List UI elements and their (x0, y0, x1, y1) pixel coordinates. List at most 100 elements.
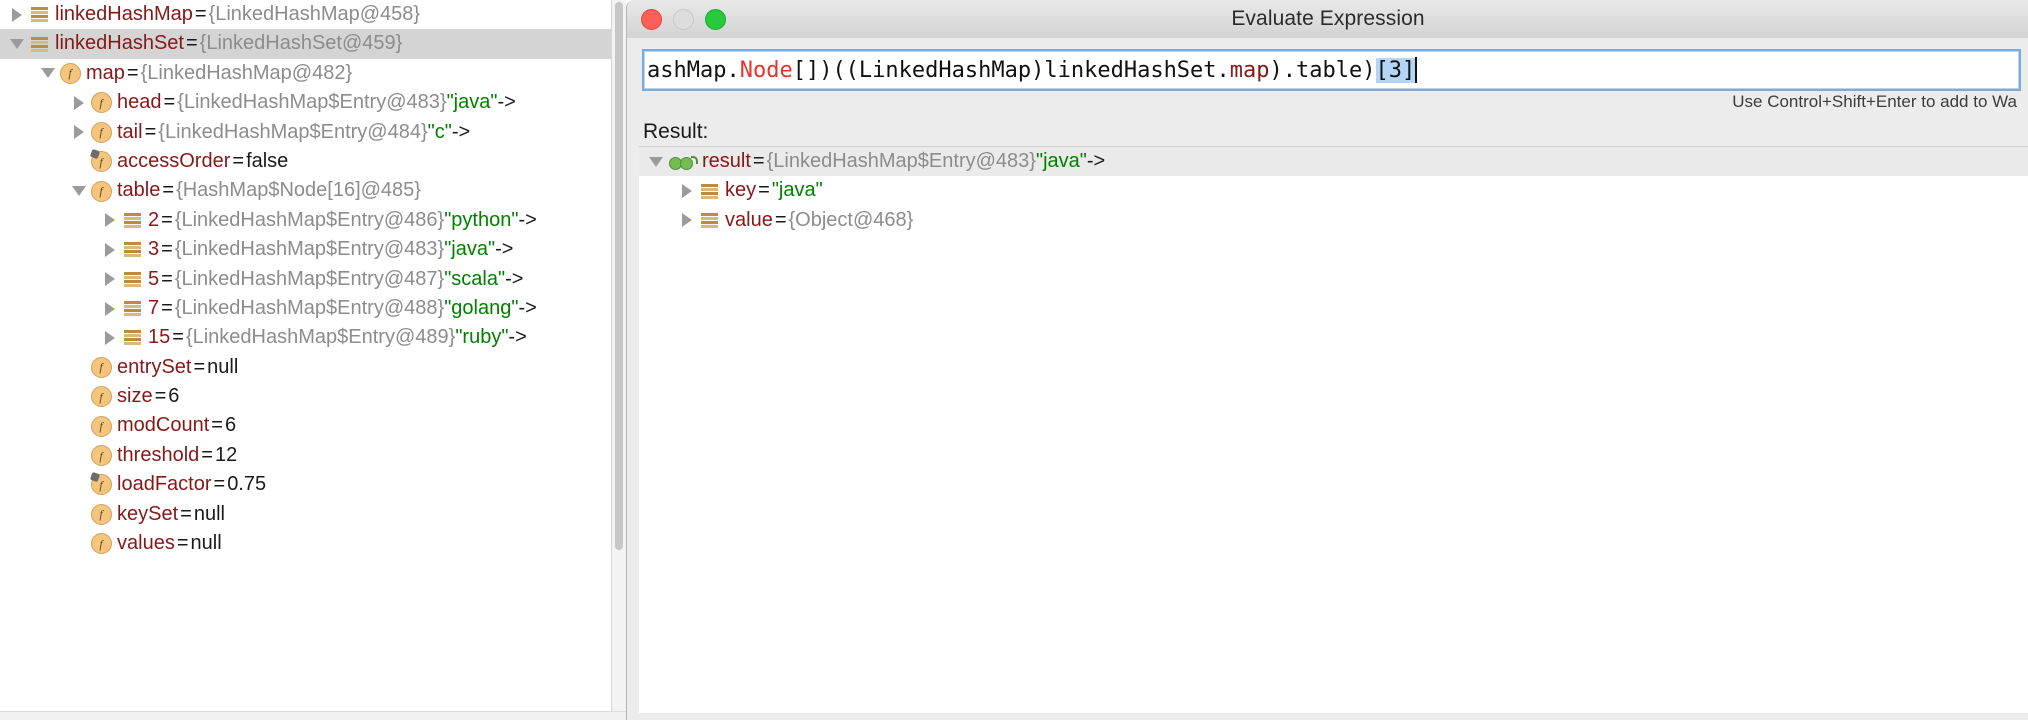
expression-segment: Node (739, 57, 793, 83)
chevron-right-icon[interactable] (68, 118, 90, 147)
variable-row[interactable]: f entrySet = null (0, 353, 626, 382)
variable-name: 2 (148, 208, 160, 231)
chevron-right-icon[interactable] (99, 294, 121, 323)
variable-row[interactable]: f accessOrder = false (0, 147, 626, 176)
field-icon: f (90, 441, 112, 470)
chevron-right-icon[interactable] (68, 88, 90, 117)
zoom-button[interactable] (705, 9, 726, 30)
variable-row[interactable]: 3 = {LinkedHashMap$Entry@483} "java" -> (0, 235, 626, 264)
variable-name: entrySet (117, 355, 192, 378)
chevron-right-icon[interactable] (676, 176, 698, 205)
field-icon: f (90, 529, 112, 558)
variable-name: value (725, 208, 773, 231)
collection-icon (28, 29, 50, 58)
expression-segment: [])((LinkedHashMap)linkedHashSet. (792, 57, 1230, 83)
primitive-value: 6 (224, 414, 237, 437)
variable-name: values (117, 532, 175, 555)
expression-segment: ).table) (1269, 57, 1376, 83)
chevron-down-icon[interactable] (37, 59, 59, 88)
equals-sign: = (194, 3, 207, 25)
field-icon: f (90, 176, 112, 205)
variables-scrollbar-thumb[interactable] (615, 2, 623, 550)
chevron-right-icon[interactable] (99, 265, 121, 294)
variable-name: result (702, 150, 751, 172)
chevron-down-icon[interactable] (6, 29, 28, 58)
object-reference: {HashMap$Node[16]@485} (176, 179, 421, 202)
collection-icon (28, 0, 50, 29)
string-value: "java" (444, 238, 496, 261)
string-value: "golang" (444, 296, 519, 319)
variable-row[interactable]: 2 = {LinkedHashMap$Entry@486} "python" -… (0, 206, 626, 235)
variable-row[interactable]: f size = 6 (0, 382, 626, 411)
variable-name: tail (117, 120, 143, 143)
primitive-value: null (193, 502, 225, 525)
variable-name: 15 (148, 326, 171, 349)
minimize-button[interactable] (673, 9, 694, 30)
equals-sign: = (774, 208, 787, 231)
result-row[interactable]: value = {Object@468} (639, 206, 2028, 235)
equals-sign: = (201, 443, 213, 466)
entry-arrow: -> (505, 267, 524, 290)
expression-input[interactable]: ashMap.Node[])((LinkedHashMap)linkedHash… (642, 49, 2021, 91)
chevron-right-icon[interactable] (676, 206, 698, 235)
dialog-titlebar[interactable]: Evaluate Expression (627, 0, 2028, 39)
variable-row[interactable]: 5 = {LinkedHashMap$Entry@487} "scala" -> (0, 265, 626, 294)
variable-row[interactable]: linkedHashMap = {LinkedHashMap@458} (0, 0, 626, 29)
object-reference: {Object@468} (788, 208, 914, 231)
variable-row[interactable]: f modCount = 6 (0, 411, 626, 440)
object-reference: {LinkedHashMap$Entry@486} (174, 208, 445, 231)
chevron-right-icon[interactable] (99, 206, 121, 235)
string-value: "java" (446, 91, 498, 114)
variable-row[interactable]: f threshold = 12 (0, 441, 626, 470)
chevron-down-icon[interactable] (645, 147, 667, 176)
variable-row[interactable]: 7 = {LinkedHashMap$Entry@488} "golang" -… (0, 294, 626, 323)
variable-row[interactable]: linkedHashSet = {LinkedHashSet@459} (0, 29, 626, 59)
variable-name: modCount (117, 414, 210, 437)
variable-name: head (117, 91, 162, 114)
variables-scrollbar[interactable] (611, 0, 626, 720)
field-icon: f (90, 382, 112, 411)
variable-row[interactable]: 15 = {LinkedHashMap$Entry@489} "ruby" -> (0, 323, 626, 352)
entry-arrow: -> (518, 208, 537, 231)
field-icon: f (90, 500, 112, 529)
variables-panel-bottom-bar (0, 711, 626, 720)
field-final-icon: f (90, 147, 112, 176)
watch-glasses-icon (667, 147, 698, 176)
close-button[interactable] (641, 9, 662, 30)
chevron-right-icon[interactable] (6, 0, 28, 29)
collection-icon (121, 323, 143, 352)
result-tree-panel[interactable]: result = {LinkedHashMap$Entry@483} "java… (639, 146, 2028, 713)
variable-name: key (725, 179, 757, 202)
variable-row[interactable]: f head = {LinkedHashMap$Entry@483} "java"… (0, 88, 626, 117)
object-reference: {LinkedHashMap$Entry@488} (174, 296, 445, 319)
variable-row[interactable]: f loadFactor = 0.75 (0, 470, 626, 499)
string-value: "java" (771, 179, 823, 202)
collection-icon (121, 235, 143, 264)
field-icon: f (90, 118, 112, 147)
primitive-value: 6 (168, 385, 180, 408)
collection-icon (121, 265, 143, 294)
variables-tree-panel[interactable]: linkedHashMap = {LinkedHashMap@458} linke… (0, 0, 626, 720)
variable-row[interactable]: f tail = {LinkedHashMap$Entry@484} "c" -> (0, 118, 626, 147)
variable-name: linkedHashSet (55, 32, 184, 55)
equals-sign: = (193, 355, 206, 378)
string-value: "java" (1035, 150, 1087, 172)
equals-sign: = (232, 149, 245, 172)
variable-row[interactable]: f map = {LinkedHashMap@482} (0, 59, 626, 88)
chevron-right-icon[interactable] (99, 323, 121, 352)
text-caret (1415, 57, 1418, 83)
equals-sign: = (154, 385, 167, 408)
variable-row[interactable]: f keySet = null (0, 500, 626, 529)
chevron-down-icon[interactable] (68, 176, 90, 205)
variable-row[interactable]: f table = {HashMap$Node[16]@485} (0, 176, 626, 205)
chevron-right-icon[interactable] (99, 235, 121, 264)
object-reference: {LinkedHashMap@458} (208, 3, 421, 25)
field-icon: f (90, 88, 112, 117)
collection-icon (698, 206, 720, 235)
primitive-value: null (190, 532, 222, 555)
result-row[interactable]: key = "java" (639, 176, 2028, 205)
variable-row[interactable]: f values = null (0, 529, 626, 558)
result-row[interactable]: result = {LinkedHashMap$Entry@483} "java… (639, 147, 2028, 177)
entry-arrow: -> (495, 238, 514, 261)
primitive-value: 12 (214, 443, 238, 466)
